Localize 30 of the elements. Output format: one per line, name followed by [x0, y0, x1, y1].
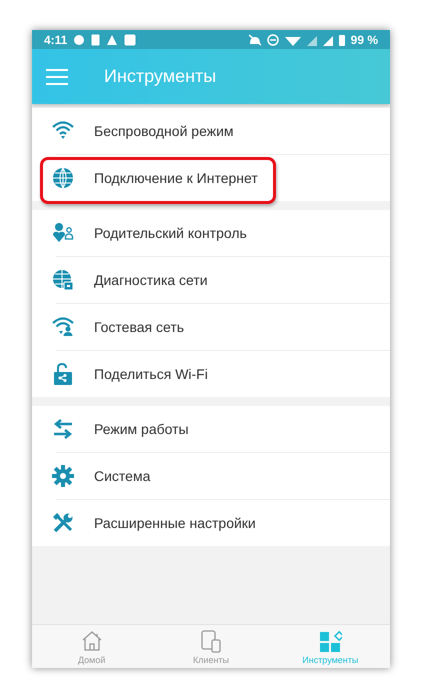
app-bar-title: Инструменты	[104, 66, 216, 87]
warning-icon	[106, 34, 118, 46]
menu-item[interactable]: Подключение к Интернет	[52, 155, 390, 201]
menu-item[interactable]: Гостевая сеть	[52, 304, 390, 350]
menu-item[interactable]: Режим работы	[52, 406, 390, 452]
menu-item[interactable]: Беспроводной режим	[52, 108, 390, 154]
cell-signal-icon	[306, 34, 317, 46]
battery-percent: 99 %	[350, 32, 378, 46]
app-icon	[124, 34, 136, 46]
swap-arrows-icon	[52, 418, 74, 440]
unlocked-share-icon	[52, 363, 74, 385]
guest-wifi-icon	[52, 316, 74, 338]
globe-lock-icon	[52, 269, 74, 291]
tools-icon	[52, 512, 74, 534]
settings-icon	[52, 465, 74, 487]
menu-icon	[46, 68, 68, 84]
status-time: 4:11	[44, 32, 68, 46]
menu-item[interactable]: Система	[52, 453, 390, 499]
globe-icon	[52, 167, 74, 189]
menu-item[interactable]: Расширенные настройки	[52, 500, 390, 546]
cell-signal-icon	[322, 34, 333, 46]
bell-off-icon	[248, 34, 261, 46]
menu-item[interactable]: Диагностика сети	[52, 257, 390, 303]
menu-item[interactable]: Поделиться Wi-Fi	[52, 351, 390, 397]
devices-icon	[198, 628, 223, 652]
do-not-disturb-icon	[266, 34, 279, 46]
menu-item[interactable]: Родительский контроль	[52, 210, 390, 256]
family-icon	[52, 222, 74, 244]
tiles-icon	[318, 628, 342, 652]
battery-icon	[338, 34, 345, 46]
